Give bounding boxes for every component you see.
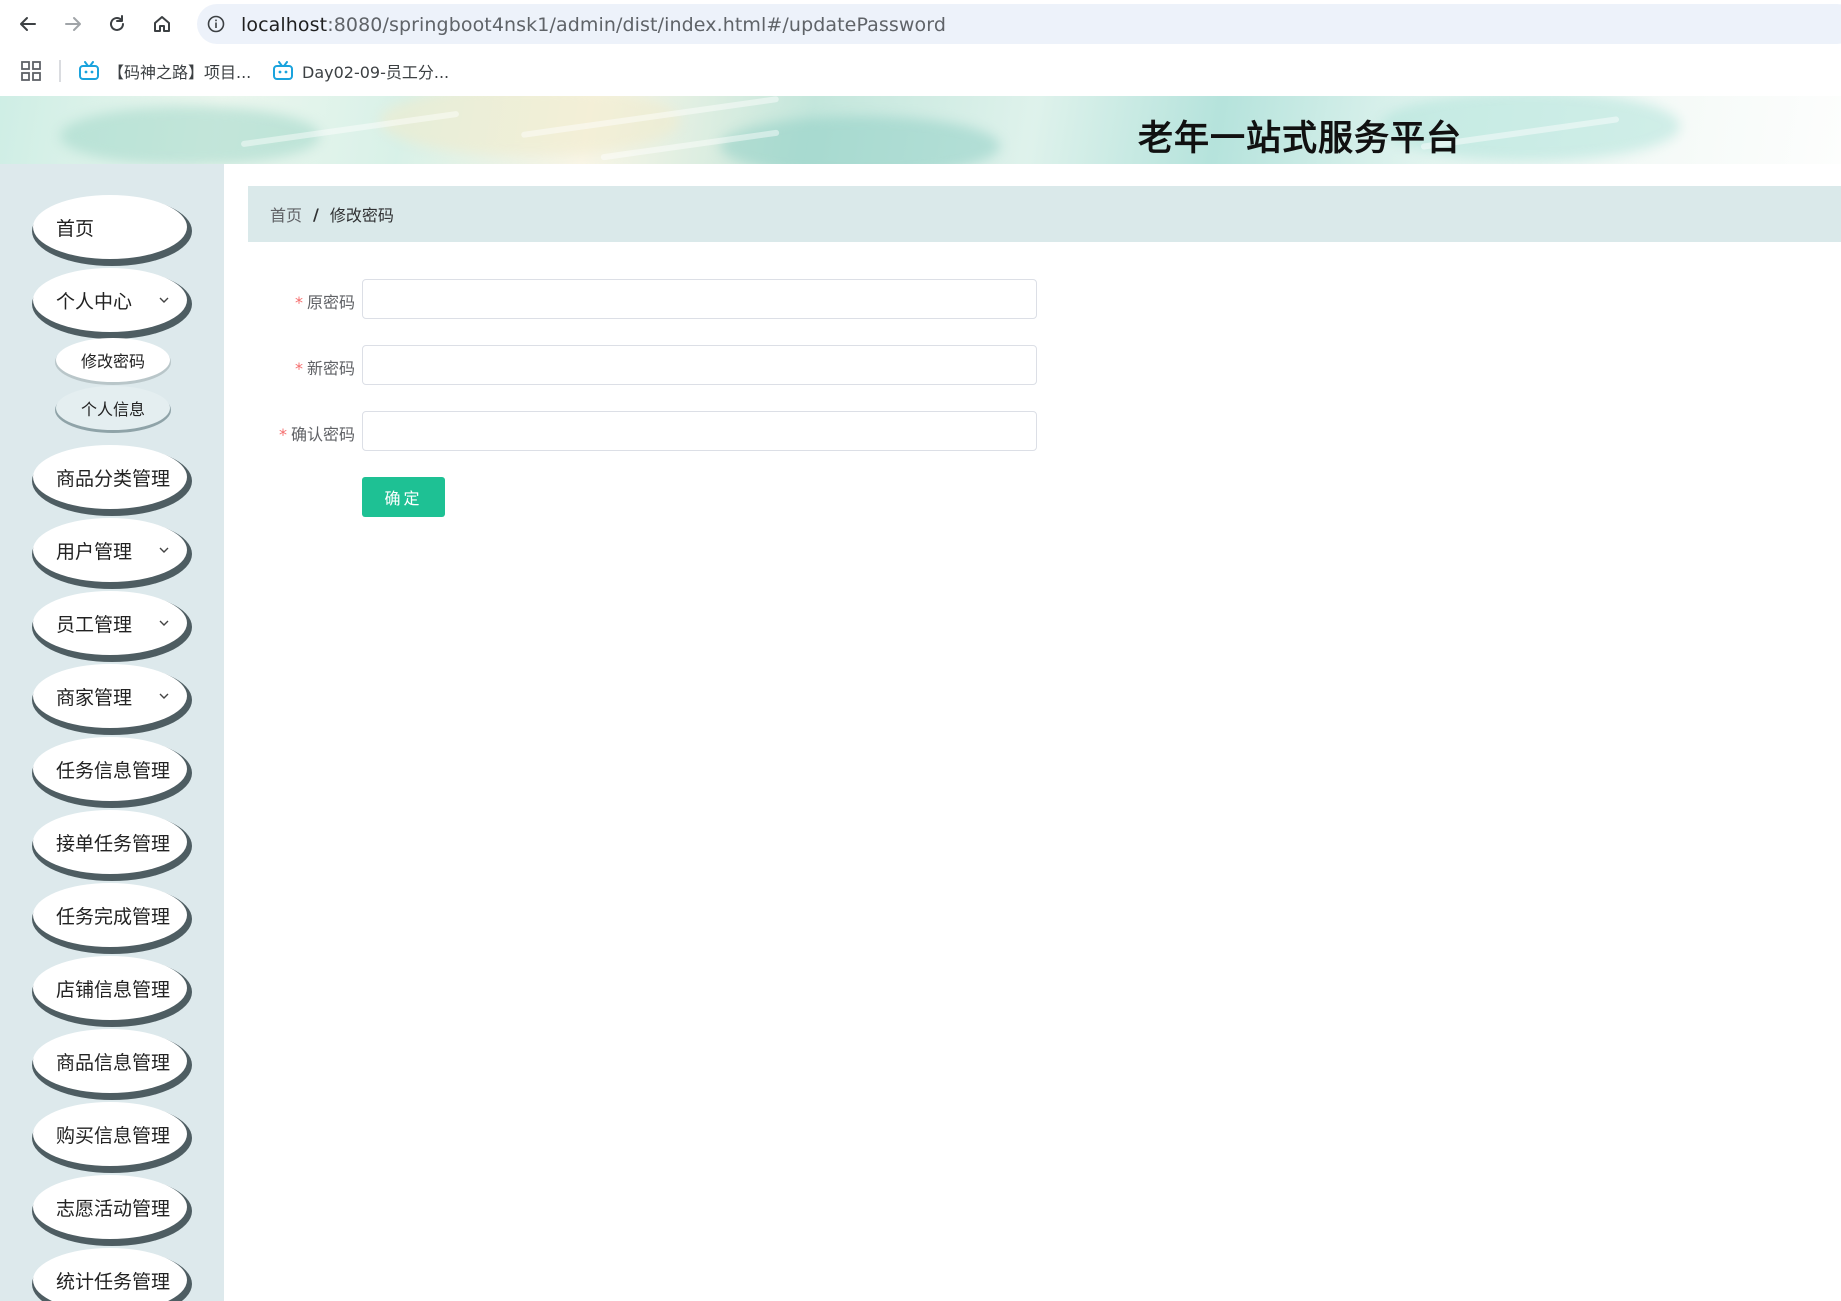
sidebar-subitem-label: 修改密码 (80, 352, 145, 371)
url-path: :8080/springboot4nsk1/admin/dist/index.h… (327, 14, 947, 36)
bilibili-tv-icon (273, 61, 293, 80)
form-row-old-password: * 原密码 (248, 279, 1148, 319)
bookmarks-divider (59, 60, 61, 82)
sidebar-item-label: 商家管理 (56, 686, 133, 709)
chevron-down-icon (159, 620, 169, 626)
address-bar[interactable]: localhost:8080/springboot4nsk1/admin/dis… (197, 4, 1841, 44)
bookmark-item[interactable]: 【码神之路】项目... (78, 58, 251, 84)
chevron-down-icon (159, 297, 169, 303)
forward-arrow-icon (65, 17, 81, 31)
bookmark-label: Day02-09-员工分... (302, 63, 450, 82)
sidebar-item-label: 购买信息管理 (56, 1124, 171, 1147)
app-title: 老年一站式服务平台 (1138, 119, 1463, 159)
sidebar-item-label: 商品信息管理 (56, 1051, 171, 1074)
breadcrumb-separator: / (313, 204, 319, 224)
bilibili-tv-icon (79, 61, 99, 80)
sidebar-item-users[interactable]: 用户管理 (33, 518, 187, 582)
sidebar-item-volunteer-activities[interactable]: 志愿活动管理 (33, 1175, 187, 1239)
sidebar-item-task-info[interactable]: 任务信息管理 (33, 737, 187, 801)
apps-grid-icon[interactable] (20, 60, 42, 82)
old-password-label-text: 原密码 (306, 293, 355, 312)
sidebar-item-label: 店铺信息管理 (56, 978, 171, 1001)
confirm-password-label-text: 确认密码 (290, 425, 355, 444)
sidebar-item-shop-info[interactable]: 店铺信息管理 (33, 956, 187, 1020)
bookmark-label: 【码神之路】项目... (108, 63, 252, 82)
sidebar-subitem-personal-info[interactable]: 个人信息 (56, 386, 170, 430)
sidebar-item-home[interactable]: 首页 (33, 195, 187, 259)
new-password-label: * 新密码 (295, 355, 355, 379)
sidebar-item-label: 用户管理 (56, 540, 133, 563)
sidebar-item-task-completion[interactable]: 任务完成管理 (33, 883, 187, 947)
sidebar-item-label: 任务信息管理 (56, 759, 171, 782)
sidebar-item-personal-center[interactable]: 个人中心 (33, 268, 187, 332)
new-password-label-text: 新密码 (306, 359, 355, 378)
sidebar-item-label: 个人中心 (56, 290, 133, 313)
sidebar-item-merchants[interactable]: 商家管理 (33, 664, 187, 728)
site-info-icon[interactable] (207, 15, 225, 33)
bookmarks-bar: 【码神之路】项目... Day02-09-员工分... (0, 48, 1841, 94)
sidebar-item-product-info[interactable]: 商品信息管理 (33, 1029, 187, 1093)
forward-button[interactable] (59, 10, 87, 38)
browser-toolbar: localhost:8080/springboot4nsk1/admin/dis… (0, 0, 1841, 48)
sidebar: 首页 个人中心 修改密码 个人信息 商品分类管理 用户管理 员工管理 商家管理 … (0, 164, 224, 1301)
sidebar-item-label: 商品分类管理 (56, 467, 171, 490)
form-row-new-password: * 新密码 (248, 345, 1148, 385)
sidebar-item-label: 任务完成管理 (56, 905, 171, 928)
sidebar-subitem-change-password[interactable]: 修改密码 (56, 338, 170, 382)
sidebar-item-label: 员工管理 (56, 613, 133, 636)
url-text[interactable]: localhost:8080/springboot4nsk1/admin/dis… (241, 14, 946, 36)
home-button[interactable] (148, 10, 176, 38)
required-mark: * (278, 425, 287, 444)
bookmark-item[interactable]: Day02-09-员工分... (272, 58, 449, 84)
sidebar-item-label: 统计任务管理 (56, 1270, 171, 1293)
url-host: localhost (241, 14, 328, 36)
back-button[interactable] (14, 10, 42, 38)
back-arrow-icon (20, 17, 36, 31)
sidebar-item-employees[interactable]: 员工管理 (33, 591, 187, 655)
sidebar-item-label: 接单任务管理 (56, 832, 171, 855)
chevron-down-icon (159, 547, 169, 553)
reload-button[interactable] (103, 10, 131, 38)
breadcrumb-current: 修改密码 (329, 206, 394, 225)
sidebar-item-order-tasks[interactable]: 接单任务管理 (33, 810, 187, 874)
confirm-button[interactable]: 确定 (362, 477, 445, 517)
form-row-confirm-password: * 确认密码 (248, 411, 1148, 451)
sidebar-item-purchase-info[interactable]: 购买信息管理 (33, 1102, 187, 1166)
required-mark: * (294, 359, 303, 378)
required-mark: * (294, 293, 303, 312)
app-header-banner: 老年一站式服务平台 (0, 96, 1841, 164)
old-password-input[interactable] (362, 279, 1037, 319)
breadcrumb-home-link[interactable]: 首页 (270, 202, 302, 226)
sidebar-item-label: 志愿活动管理 (56, 1197, 171, 1220)
confirm-password-input[interactable] (362, 411, 1037, 451)
sidebar-item-task-statistics[interactable]: 统计任务管理 (33, 1248, 187, 1301)
chevron-down-icon (159, 693, 169, 699)
old-password-label: * 原密码 (295, 289, 355, 313)
sidebar-subitem-label: 个人信息 (80, 400, 145, 419)
new-password-input[interactable] (362, 345, 1037, 385)
breadcrumb: 首页 / 修改密码 (248, 186, 1841, 242)
sidebar-item-product-category[interactable]: 商品分类管理 (33, 445, 187, 509)
home-icon (154, 16, 170, 32)
confirm-password-label: * 确认密码 (279, 421, 355, 445)
sidebar-item-label: 首页 (56, 217, 95, 240)
reload-icon (110, 15, 124, 31)
